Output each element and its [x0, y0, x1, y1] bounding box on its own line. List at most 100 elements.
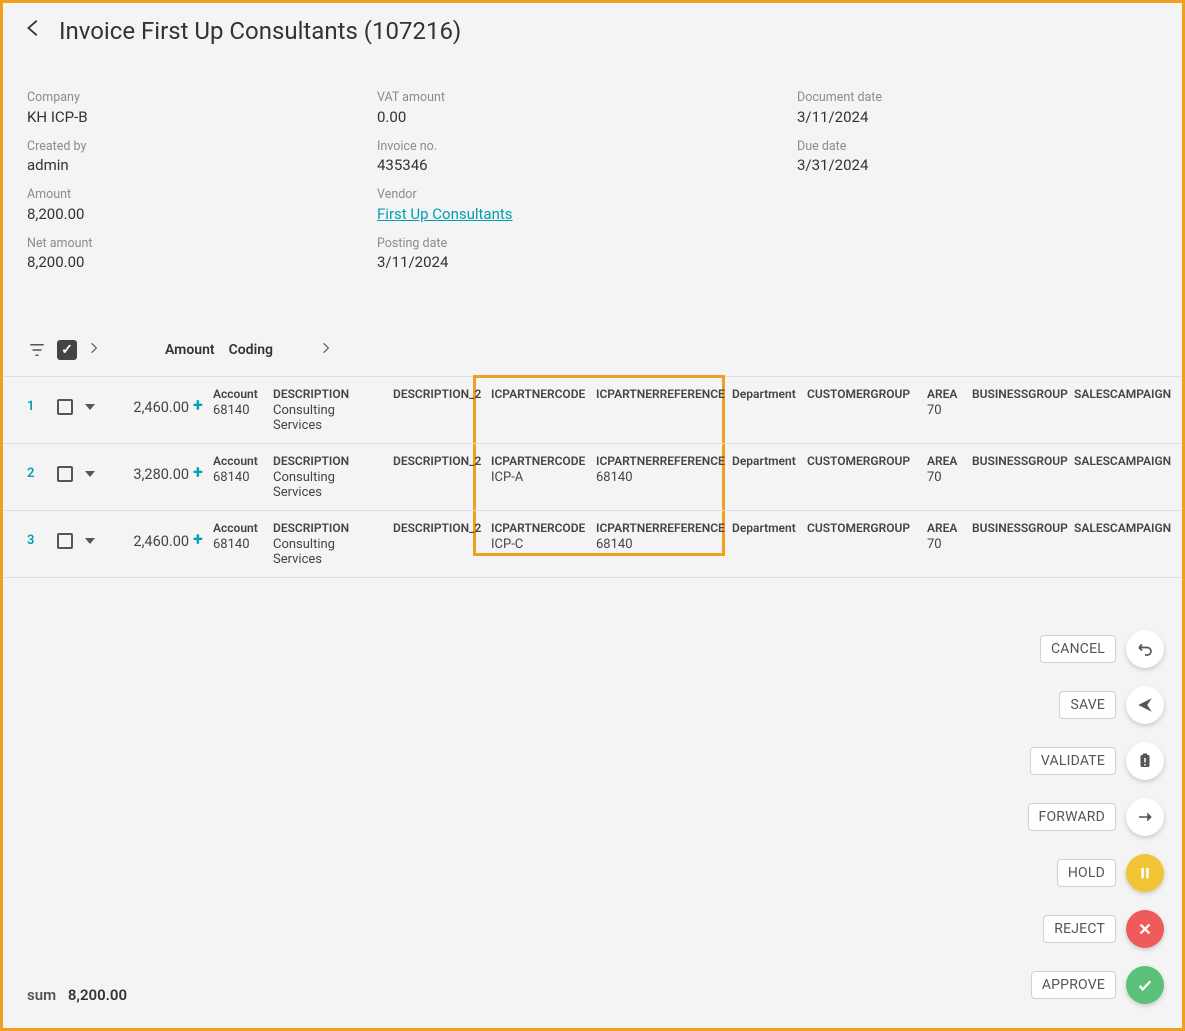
- account-value: 68140: [213, 537, 265, 552]
- line-add-button[interactable]: +: [193, 454, 213, 482]
- posting-date-label: Posting date: [377, 235, 797, 253]
- description-value: Consulting Services: [273, 403, 385, 433]
- invoice-line-row: 1 2,460.00 + Account 68140 DESCRIPTION Con…: [3, 377, 1182, 444]
- due-date-label: Due date: [797, 138, 1177, 156]
- filter-icon[interactable]: [27, 340, 47, 360]
- col-customergroup: CUSTOMERGROUP: [807, 387, 919, 401]
- description-value: Consulting Services: [273, 470, 385, 500]
- col-salescampaign: SALESCAMPAIGN: [1074, 454, 1181, 468]
- check-icon[interactable]: [1126, 966, 1164, 1004]
- col-account: Account: [213, 454, 265, 468]
- line-number[interactable]: 2: [27, 454, 57, 481]
- document-date-value: 3/11/2024: [797, 107, 1177, 128]
- created-by-label: Created by: [27, 138, 377, 156]
- invoice-line-row: 2 3,280.00 + Account 68140 DESCRIPTION Con…: [3, 444, 1182, 511]
- col-salescampaign: SALESCAMPAIGN: [1074, 521, 1181, 535]
- line-dropdown-icon[interactable]: [85, 521, 111, 550]
- col-area: AREA: [927, 521, 964, 535]
- col-salescampaign: SALESCAMPAIGN: [1074, 387, 1181, 401]
- hold-button[interactable]: HOLD: [1057, 859, 1116, 887]
- col-icpartnerref: ICPARTNERREFERENCE: [596, 521, 724, 535]
- expand-chevron-icon[interactable]: [87, 341, 101, 359]
- column-header-coding: Coding: [229, 342, 273, 358]
- sum-label: sum: [27, 986, 56, 1004]
- line-amount: 3,280.00: [111, 454, 193, 483]
- select-all-checkbox[interactable]: ✓: [57, 340, 77, 360]
- line-amount: 2,460.00: [111, 387, 193, 416]
- back-arrow-icon[interactable]: [23, 17, 45, 45]
- col-icpartnercode: ICPARTNERCODE: [491, 454, 588, 468]
- col-description: DESCRIPTION: [273, 454, 385, 468]
- line-number[interactable]: 3: [27, 521, 57, 548]
- col-department: Department: [732, 454, 799, 468]
- col-account: Account: [213, 521, 265, 535]
- col-icpartnercode: ICPARTNERCODE: [491, 387, 588, 401]
- pause-icon[interactable]: [1126, 854, 1164, 892]
- col-description2: DESCRIPTION_2: [393, 454, 483, 468]
- col-businessgroup: BUSINESSGROUP: [972, 387, 1066, 401]
- area-value: 70: [927, 403, 964, 418]
- validate-button[interactable]: VALIDATE: [1030, 747, 1116, 775]
- col-description: DESCRIPTION: [273, 521, 385, 535]
- description-value: Consulting Services: [273, 537, 385, 567]
- undo-icon[interactable]: [1126, 630, 1164, 668]
- account-value: 68140: [213, 470, 265, 485]
- line-amount: 2,460.00: [111, 521, 193, 550]
- col-icpartnercode: ICPARTNERCODE: [491, 521, 588, 535]
- icpartnerref-value: 68140: [596, 470, 724, 485]
- col-icpartnerref: ICPARTNERREFERENCE: [596, 387, 724, 401]
- send-icon[interactable]: [1126, 686, 1164, 724]
- vat-label: VAT amount: [377, 89, 797, 107]
- area-value: 70: [927, 470, 964, 485]
- sum-value: 8,200.00: [68, 986, 127, 1004]
- icpartnercode-value: ICP-A: [491, 470, 588, 485]
- col-businessgroup: BUSINESSGROUP: [972, 454, 1066, 468]
- arrow-right-icon[interactable]: [1126, 798, 1164, 836]
- icpartnercode-value: ICP-C: [491, 537, 588, 552]
- approve-button[interactable]: APPROVE: [1031, 971, 1116, 999]
- line-dropdown-icon[interactable]: [85, 454, 111, 483]
- col-department: Department: [732, 387, 799, 401]
- line-checkbox[interactable]: [57, 533, 73, 549]
- col-description: DESCRIPTION: [273, 387, 385, 401]
- close-icon[interactable]: [1126, 910, 1164, 948]
- col-area: AREA: [927, 454, 964, 468]
- area-value: 70: [927, 537, 964, 552]
- forward-button[interactable]: FORWARD: [1028, 803, 1116, 831]
- line-dropdown-icon[interactable]: [85, 387, 111, 416]
- line-add-button[interactable]: +: [193, 387, 213, 415]
- col-description2: DESCRIPTION_2: [393, 387, 483, 401]
- line-checkbox[interactable]: [57, 399, 73, 415]
- line-add-button[interactable]: +: [193, 521, 213, 549]
- col-icpartnerref: ICPARTNERREFERENCE: [596, 454, 724, 468]
- account-value: 68140: [213, 403, 265, 418]
- company-label: Company: [27, 89, 377, 107]
- cancel-button[interactable]: CANCEL: [1040, 635, 1116, 663]
- column-header-amount: Amount: [165, 342, 215, 358]
- page-title: Invoice First Up Consultants (107216): [59, 17, 461, 45]
- clipboard-alert-icon[interactable]: [1126, 742, 1164, 780]
- line-checkbox[interactable]: [57, 466, 73, 482]
- amount-value: 8,200.00: [27, 204, 377, 225]
- col-area: AREA: [927, 387, 964, 401]
- posting-date-value: 3/11/2024: [377, 252, 797, 273]
- save-button[interactable]: SAVE: [1059, 691, 1116, 719]
- net-amount-value: 8,200.00: [27, 252, 377, 273]
- invoice-no-value: 435346: [377, 155, 797, 176]
- col-department: Department: [732, 521, 799, 535]
- col-customergroup: CUSTOMERGROUP: [807, 454, 919, 468]
- coding-chevron-icon[interactable]: [319, 341, 333, 359]
- net-amount-label: Net amount: [27, 235, 377, 253]
- invoice-no-label: Invoice no.: [377, 138, 797, 156]
- line-number[interactable]: 1: [27, 387, 57, 414]
- col-account: Account: [213, 387, 265, 401]
- created-by-value: admin: [27, 155, 377, 176]
- vat-value: 0.00: [377, 107, 797, 128]
- reject-button[interactable]: REJECT: [1043, 915, 1116, 943]
- col-customergroup: CUSTOMERGROUP: [807, 521, 919, 535]
- col-description2: DESCRIPTION_2: [393, 521, 483, 535]
- document-date-label: Document date: [797, 89, 1177, 107]
- vendor-link[interactable]: First Up Consultants: [377, 204, 797, 225]
- invoice-line-row: 3 2,460.00 + Account 68140 DESCRIPTION Con…: [3, 511, 1182, 578]
- company-value: KH ICP-B: [27, 107, 377, 128]
